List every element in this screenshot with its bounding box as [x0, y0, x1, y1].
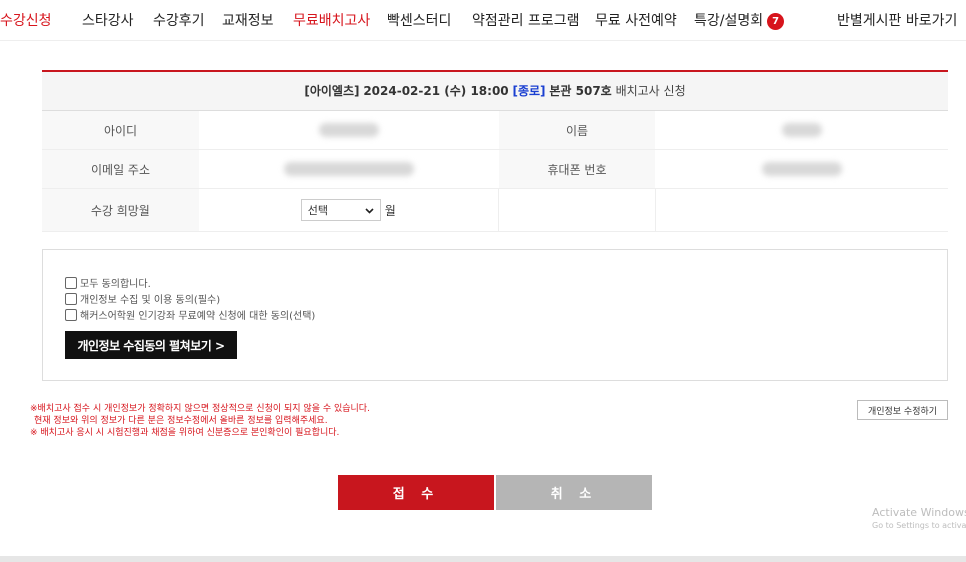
- email-value-redacted: [284, 162, 414, 176]
- agree-all-checkbox[interactable]: [65, 276, 77, 289]
- nav-item-free-placement-test[interactable]: 무료배치고사: [293, 10, 370, 30]
- empty-cell: [498, 189, 655, 231]
- nav-item-free-preorder[interactable]: 무료 사전예약: [595, 10, 677, 30]
- edit-profile-button[interactable]: 개인정보 수정하기: [857, 400, 948, 420]
- id-label: 아이디: [42, 111, 199, 149]
- agree-privacy-row: 개인정보 수집 및 이용 동의(필수): [65, 291, 220, 306]
- agree-privacy-checkbox[interactable]: [65, 292, 77, 305]
- agree-marketing-label[interactable]: 해커스어학원 인기강좌 무료예약 신청에 대한 동의(선택): [80, 307, 315, 322]
- agree-marketing-row: 해커스어학원 인기강좌 무료예약 신청에 대한 동의(선택): [65, 307, 315, 322]
- expand-privacy-button[interactable]: 개인정보 수집동의 펼쳐보기 >: [65, 331, 237, 359]
- title-datetime: 2024-02-21 (수) 18:00: [363, 84, 509, 98]
- name-label: 이름: [499, 111, 655, 149]
- email-label: 이메일 주소: [42, 150, 199, 188]
- nav-item-intensive-study[interactable]: 빡센스터디: [387, 10, 451, 30]
- id-value: [199, 111, 499, 149]
- notice-line-3: ※ 배치고사 응시 시 시험진행과 채점을 위하여 신분증으로 본인확인이 필요…: [30, 428, 340, 438]
- agree-all-label[interactable]: 모두 동의합니다.: [80, 275, 151, 290]
- month-select[interactable]: 선택: [300, 199, 381, 221]
- class-board-link[interactable]: 반별게시판 바로가기: [837, 10, 957, 30]
- email-value: [199, 150, 499, 188]
- activate-windows-watermark: Activate Windows Go to Settings to activ…: [872, 506, 966, 530]
- notice-line-1: ※배치고사 접수 시 개인정보가 정확하지 않으면 정상적으로 신청이 되지 않…: [30, 404, 370, 414]
- form-row-id-name: 아이디 이름: [42, 111, 948, 150]
- month-label: 수강 희망월: [42, 189, 199, 231]
- agree-privacy-label[interactable]: 개인정보 수집 및 이용 동의(필수): [80, 291, 220, 306]
- form-row-month: 수강 희망월 선택 월: [42, 189, 948, 232]
- title-room: 본관 507호: [549, 84, 612, 98]
- nav-item-reviews[interactable]: 수강후기: [153, 10, 205, 30]
- agreement-box: 모두 동의합니다. 개인정보 수집 및 이용 동의(필수) 해커스어학원 인기강…: [42, 249, 948, 381]
- nav-item-special-lectures[interactable]: 특강/설명회 7: [694, 10, 785, 30]
- title-suffix: 배치고사 신청: [615, 84, 686, 98]
- phone-label: 휴대폰 번호: [499, 150, 655, 188]
- cancel-button[interactable]: 취 소: [496, 475, 652, 510]
- notice-text: ※배치고사 접수 시 개인정보가 정확하지 않으면 정상적으로 신청이 되지 않…: [30, 403, 370, 439]
- id-value-redacted: [319, 123, 379, 137]
- month-select-value: 선택: [307, 204, 329, 217]
- notification-badge: 7: [767, 13, 785, 30]
- special-lectures-label: 특강/설명회: [694, 13, 764, 29]
- title-brand: [아이엘츠]: [304, 84, 360, 98]
- nav-item-textbooks[interactable]: 교재정보: [222, 10, 274, 30]
- bottom-divider: [0, 556, 966, 562]
- notice-line-2: 현재 정보와 위의 정보가 다른 분은 정보수정에서 올바른 정보를 입력해주세…: [34, 416, 328, 426]
- title-location: [종로]: [512, 84, 546, 98]
- name-value: [655, 111, 948, 149]
- nav-item-course-registration[interactable]: 수강신청: [0, 10, 52, 30]
- watermark-line-1: Activate Windows: [872, 506, 966, 519]
- form-title: [아이엘츠] 2024-02-21 (수) 18:00 [종로] 본관 507호…: [42, 72, 948, 111]
- nav-item-weakness-program[interactable]: 약점관리 프로그램: [472, 10, 580, 30]
- nav-item-star-teachers[interactable]: 스타강사: [82, 10, 134, 30]
- phone-value: [655, 150, 948, 188]
- agree-marketing-checkbox[interactable]: [65, 308, 77, 321]
- month-cell: 선택 월: [199, 189, 498, 231]
- watermark-line-2: Go to Settings to activate: [872, 521, 966, 530]
- application-form: [아이엘츠] 2024-02-21 (수) 18:00 [종로] 본관 507호…: [42, 70, 948, 232]
- submit-button[interactable]: 접 수: [338, 475, 494, 510]
- phone-value-redacted: [761, 162, 842, 176]
- agree-all-row: 모두 동의합니다.: [65, 275, 151, 290]
- month-unit: 월: [384, 203, 396, 218]
- top-navigation: 수강신청 스타강사 수강후기 교재정보 무료배치고사 빡센스터디 약점관리 프로…: [0, 0, 966, 41]
- chevron-down-icon: [365, 204, 374, 217]
- name-value-redacted: [781, 123, 822, 137]
- empty-cell: [654, 189, 948, 231]
- form-row-email-phone: 이메일 주소 휴대폰 번호: [42, 150, 948, 189]
